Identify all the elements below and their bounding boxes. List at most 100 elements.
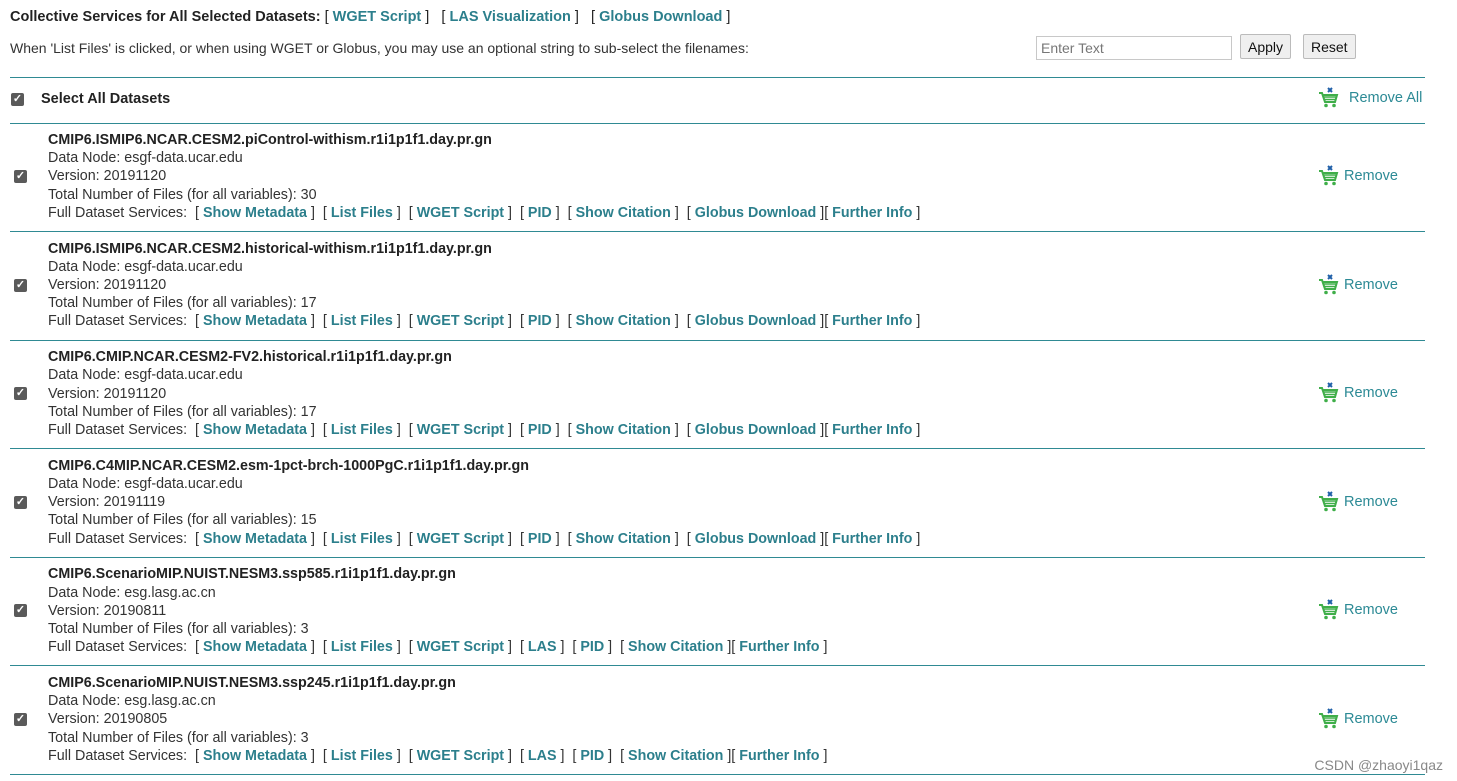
services-label: Full Dataset Services: — [48, 639, 188, 656]
dataset-data-node: Data Node: esgf-data.ucar.edu — [48, 150, 243, 167]
dataset-title: CMIP6.ScenarioMIP.NUIST.NESM3.ssp245.r1i… — [48, 675, 456, 691]
service-link-las[interactable]: LAS — [528, 748, 557, 764]
service-link-further-info[interactable]: Further Info — [832, 205, 912, 221]
service-link-las[interactable]: LAS — [528, 639, 557, 655]
service-link-list-files[interactable]: List Files — [331, 205, 393, 221]
collective-wget-link[interactable]: WGET Script — [333, 9, 422, 25]
service-link-pid[interactable]: PID — [528, 531, 552, 547]
remove-button[interactable]: Remove — [1318, 273, 1398, 296]
service-link-show-citation[interactable]: Show Citation — [628, 639, 723, 655]
dataset-version: Version: 20191119 — [48, 494, 166, 511]
services-label: Full Dataset Services: — [48, 421, 188, 438]
service-link-show-citation[interactable]: Show Citation — [576, 531, 671, 547]
service-link-show-metadata[interactable]: Show Metadata — [203, 313, 307, 329]
service-link-further-info[interactable]: Further Info — [832, 422, 912, 438]
service-link-list-files[interactable]: List Files — [331, 748, 393, 764]
service-link-further-info[interactable]: Further Info — [739, 639, 819, 655]
service-link-show-metadata[interactable]: Show Metadata — [203, 748, 307, 764]
dataset-file-count: Total Number of Files (for all variables… — [48, 512, 317, 529]
service-link-globus-download[interactable]: Globus Download — [695, 422, 817, 438]
services-label: Full Dataset Services: — [48, 313, 188, 330]
dataset-title: CMIP6.ISMIP6.NCAR.CESM2.piControl-withis… — [48, 132, 492, 148]
remove-label: Remove — [1344, 493, 1398, 510]
dataset-version: Version: 20191120 — [48, 385, 167, 402]
collective-services-label: Collective Services for All Selected Dat… — [10, 9, 321, 25]
service-link-further-info[interactable]: Further Info — [832, 313, 912, 329]
dataset-row: CMIP6.ScenarioMIP.NUIST.NESM3.ssp585.r1i… — [48, 565, 1048, 656]
divider — [10, 556, 1425, 558]
remove-label: Remove — [1344, 385, 1398, 402]
dataset-file-count: Total Number of Files (for all variables… — [48, 403, 317, 420]
service-link-pid[interactable]: PID — [580, 639, 604, 655]
dataset-data-node: Data Node: esgf-data.ucar.edu — [48, 258, 243, 275]
remove-button[interactable]: Remove — [1318, 165, 1398, 187]
dataset-services: Full Dataset Services: [ Show Metadata ]… — [48, 313, 925, 330]
dataset-file-count: Total Number of Files (for all variables… — [48, 620, 309, 637]
service-link-globus-download[interactable]: Globus Download — [695, 205, 817, 221]
collective-globus-link[interactable]: Globus Download — [599, 9, 722, 25]
remove-button[interactable]: Remove — [1318, 382, 1398, 404]
filter-input[interactable] — [1036, 36, 1232, 60]
services-label: Full Dataset Services: — [48, 530, 188, 547]
service-link-list-files[interactable]: List Files — [331, 639, 393, 655]
service-link-list-files[interactable]: List Files — [331, 313, 393, 329]
service-link-show-citation[interactable]: Show Citation — [576, 422, 671, 438]
service-link-pid[interactable]: PID — [528, 422, 552, 438]
dataset-data-node: Data Node: esg.lasg.ac.cn — [48, 584, 216, 601]
service-link-further-info[interactable]: Further Info — [739, 748, 819, 764]
services-label: Full Dataset Services: — [48, 204, 188, 221]
dataset-services: Full Dataset Services: [ Show Metadata ]… — [48, 204, 925, 221]
service-link-show-metadata[interactable]: Show Metadata — [203, 531, 307, 547]
select-all-checkbox[interactable]: ✓ — [11, 93, 24, 106]
service-link-pid[interactable]: PID — [528, 205, 552, 221]
service-link-pid[interactable]: PID — [528, 313, 552, 329]
remove-all-label: Remove All — [1349, 90, 1423, 106]
remove-button[interactable]: Remove — [1318, 491, 1398, 513]
service-link-show-citation[interactable]: Show Citation — [628, 748, 723, 764]
service-link-show-metadata[interactable]: Show Metadata — [203, 205, 307, 221]
filter-hint: When 'List Files' is clicked, or when us… — [10, 40, 749, 56]
service-link-pid[interactable]: PID — [580, 748, 604, 764]
dataset-checkbox[interactable]: ✓ — [14, 387, 27, 401]
divider — [10, 123, 1425, 124]
service-link-wget-script[interactable]: WGET Script — [417, 205, 504, 221]
dataset-checkbox[interactable]: ✓ — [14, 278, 27, 292]
cart-remove-icon — [1319, 708, 1339, 729]
service-link-list-files[interactable]: List Files — [331, 422, 393, 438]
service-link-show-citation[interactable]: Show Citation — [576, 313, 671, 329]
apply-button[interactable]: Apply — [1240, 34, 1292, 59]
service-link-further-info[interactable]: Further Info — [832, 531, 912, 547]
service-link-wget-script[interactable]: WGET Script — [417, 313, 504, 329]
remove-button[interactable]: Remove — [1318, 599, 1398, 621]
dataset-data-node: Data Node: esgf-data.ucar.edu — [48, 367, 243, 384]
collective-las-link[interactable]: LAS Visualization — [449, 9, 570, 25]
service-link-wget-script[interactable]: WGET Script — [417, 748, 504, 764]
dataset-checkbox[interactable]: ✓ — [14, 604, 27, 618]
dataset-data-node: Data Node: esgf-data.ucar.edu — [48, 475, 243, 492]
service-link-wget-script[interactable]: WGET Script — [417, 639, 504, 655]
service-link-list-files[interactable]: List Files — [331, 531, 393, 547]
dataset-version: Version: 20191120 — [48, 168, 167, 185]
divider — [10, 77, 1425, 78]
remove-label: Remove — [1344, 711, 1398, 727]
divider — [10, 448, 1425, 450]
service-link-globus-download[interactable]: Globus Download — [695, 531, 817, 547]
service-link-show-metadata[interactable]: Show Metadata — [203, 422, 307, 438]
cart-remove-icon — [1319, 273, 1339, 294]
dataset-services: Full Dataset Services: [ Show Metadata ]… — [48, 639, 832, 656]
dataset-services: Full Dataset Services: [ Show Metadata ]… — [48, 530, 925, 547]
dataset-title: CMIP6.C4MIP.NCAR.CESM2.esm-1pct-brch-100… — [48, 457, 529, 474]
service-link-globus-download[interactable]: Globus Download — [695, 313, 817, 329]
service-link-show-citation[interactable]: Show Citation — [576, 205, 671, 221]
dataset-checkbox[interactable]: ✓ — [14, 495, 27, 509]
dataset-row: CMIP6.CMIP.NCAR.CESM2-FV2.historical.r1i… — [48, 348, 1048, 439]
service-link-show-metadata[interactable]: Show Metadata — [203, 639, 307, 655]
service-link-wget-script[interactable]: WGET Script — [417, 531, 504, 547]
remove-button[interactable]: Remove — [1318, 708, 1398, 730]
watermark: CSDN @zhaoyi1qaz — [1314, 757, 1443, 773]
dataset-checkbox[interactable]: ✓ — [14, 713, 27, 726]
dataset-checkbox[interactable]: ✓ — [14, 170, 27, 183]
remove-all-button[interactable]: Remove All — [1318, 87, 1422, 109]
reset-button[interactable]: Reset — [1303, 34, 1356, 59]
service-link-wget-script[interactable]: WGET Script — [417, 422, 504, 438]
